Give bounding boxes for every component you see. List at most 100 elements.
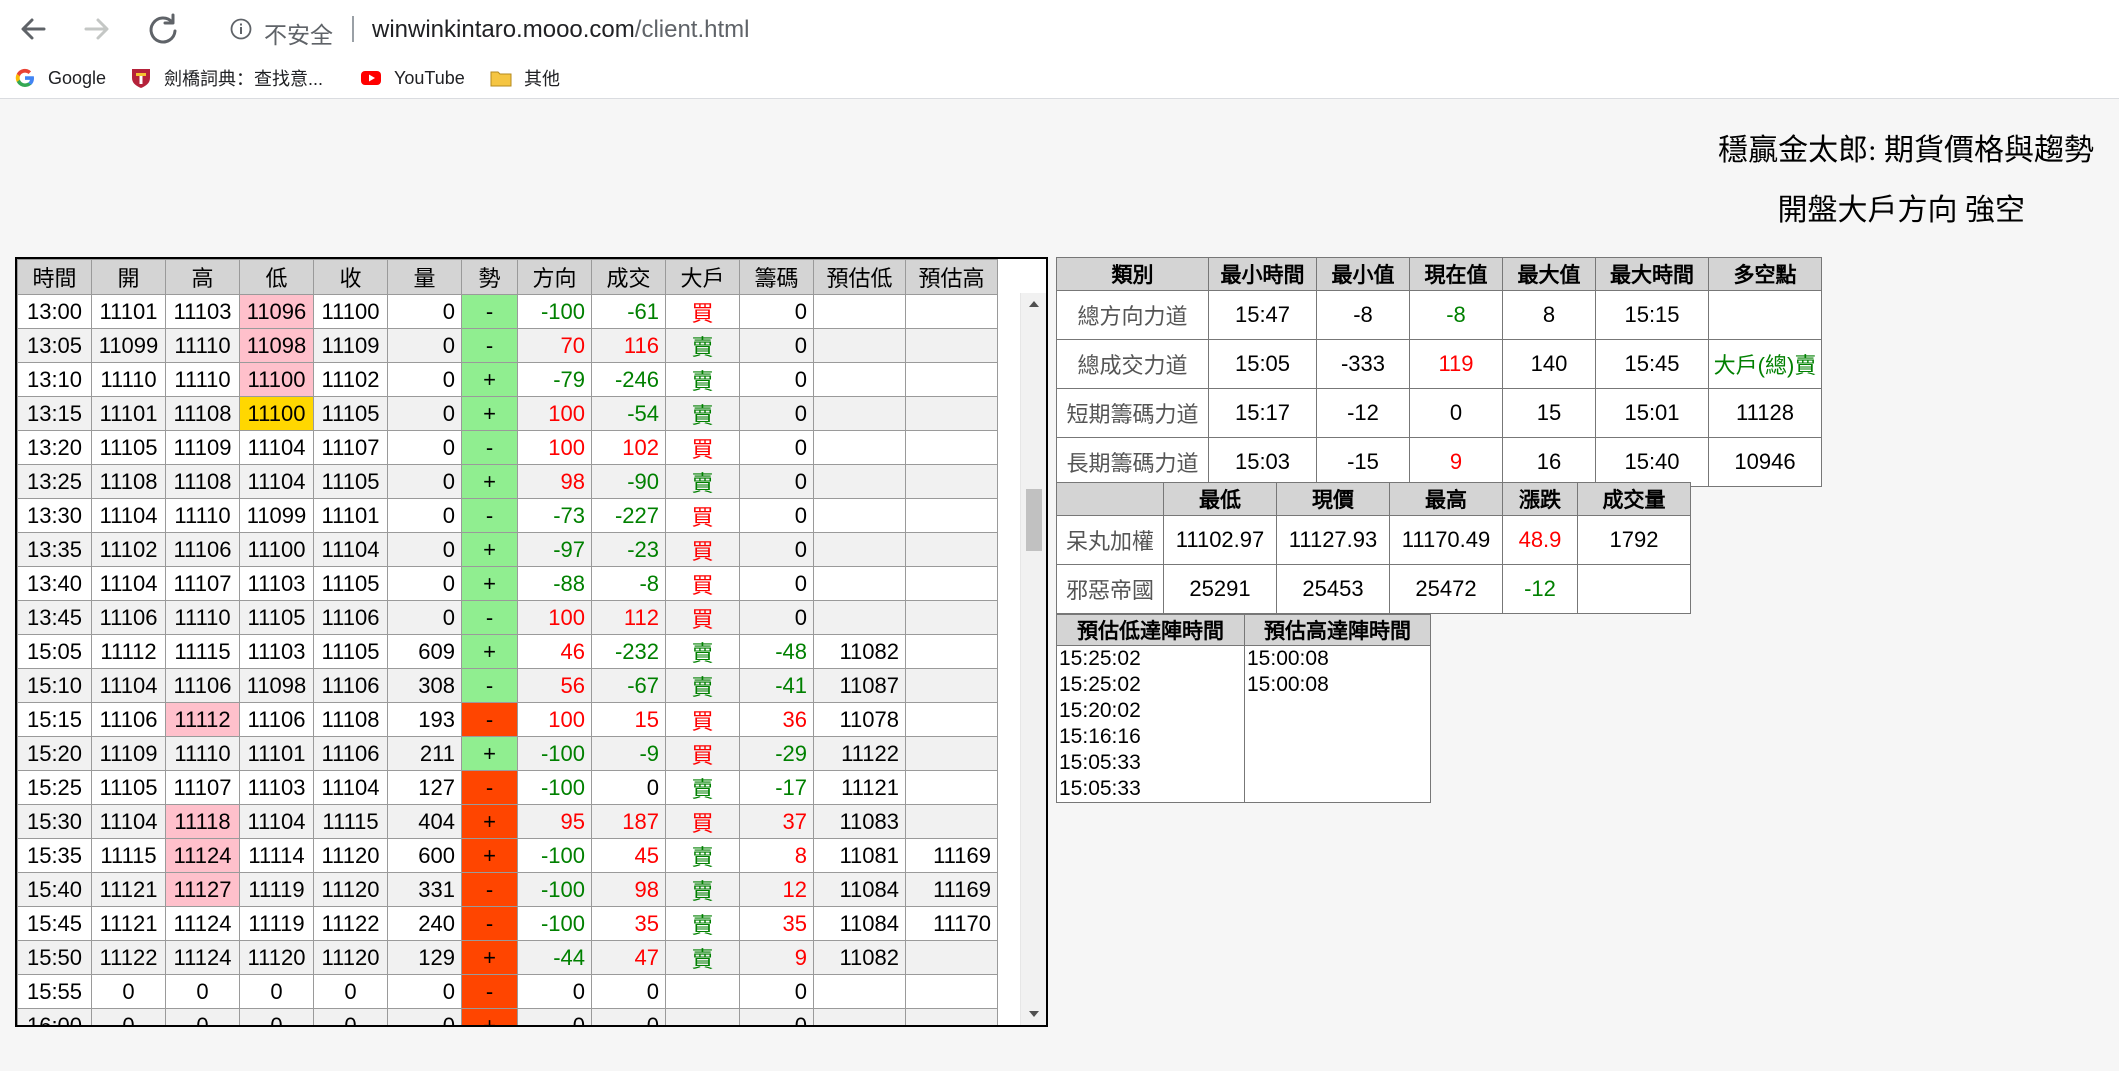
cell-close: 11104 [313,770,388,805]
scroll-up-arrow-icon[interactable] [1021,293,1047,315]
forward-arrow-icon[interactable] [76,8,118,50]
cell-high: 11110 [165,600,240,635]
eta-low-time: 15:16:16 [1059,725,1141,748]
cell-big: 賣 [665,770,740,805]
bookmark-google[interactable]: Google [14,64,106,92]
bookmark-label: YouTube [394,67,465,88]
security-label[interactable]: 不安全 [264,16,333,50]
cell-dir: 100 [517,396,592,431]
cell-est_high: 11169 [905,872,998,907]
index-cell-name: 邪惡帝國 [1056,564,1164,614]
address-separator [352,16,354,42]
cell-big: 賣 [665,396,740,431]
cell-deal: 35 [591,906,666,941]
cell-open: 11104 [91,804,166,839]
eta-high-time: 15:00:08 [1247,647,1329,670]
index-header-low: 最低 [1163,482,1277,516]
cell-open: 11115 [91,838,166,873]
cell-big: 買 [665,532,740,567]
cell-close: 11105 [313,464,388,499]
cell-est_low [813,974,906,1009]
cell-high: 11109 [165,430,240,465]
cell-vol: 0 [387,566,462,601]
cell-high: 11127 [165,872,240,907]
cell-est_high [905,294,998,329]
stats-cell-name: 總方向力道 [1056,290,1209,340]
cell-open: 0 [91,1008,166,1025]
eta-low-time: 15:05:33 [1059,777,1141,800]
price-table-panel[interactable]: 時間開高低收量勢方向 成交 大戶 籌碼 預估低 預估高 13:00 11101 11103 11… [15,257,1048,1027]
table-row: 15:20 11109 11110 11101 11106 211 + -100 -9 買 -29 1… [17,736,998,771]
index-header-high: 最高 [1389,482,1503,516]
url-text[interactable]: winwinkintaro.mooo.com/client.html [372,16,749,44]
stats-cell-max: 16 [1502,437,1596,487]
cell-time: 16:00 [17,1008,92,1025]
cell-trend: - [461,906,518,941]
bookmark-youtube[interactable]: YouTube [360,64,465,92]
cell-big: 賣 [665,634,740,669]
bookmark-label: 劍橋詞典：查找意... [164,69,324,89]
cell-vol: 129 [387,940,462,975]
stats-cell-min_time: 15:17 [1208,388,1317,438]
cell-big: 買 [665,566,740,601]
cell-open: 11122 [91,940,166,975]
cell-deal: 102 [591,430,666,465]
cell-vol: 600 [387,838,462,873]
index-table-header: 最低 現價 最高 漲跌 成交量 [1056,482,1691,516]
cell-chip: 37 [739,804,814,839]
index-header-volume: 成交量 [1577,482,1691,516]
cell-trend: - [461,294,518,329]
cell-time: 13:20 [17,430,92,465]
cell-est_low: 11087 [813,668,906,703]
cell-big: 賣 [665,328,740,363]
bookmark-folder-other[interactable]: 其他 [490,64,560,92]
cell-vol: 0 [387,362,462,397]
stats-header-min_time: 最小時間 [1208,257,1317,291]
eta-table: 預估低達陣時間 預估高達陣時間 15:25:02 15:25:02 15:20:02 1… [1056,614,1431,803]
cell-vol: 0 [387,974,462,1009]
address-bar[interactable]: 不安全 winwinkintaro.mooo.com/client.html [208,6,2119,52]
scroll-down-arrow-icon[interactable] [1021,1003,1047,1025]
cell-vol: 331 [387,872,462,907]
cell-est_high [905,804,998,839]
cell-vol: 193 [387,702,462,737]
eta-high-times: 15:00:08 15:00:08 [1244,645,1431,803]
cell-deal: -54 [591,396,666,431]
scroll-thumb[interactable] [1026,489,1042,551]
eta-header: 預估高達陣時間 [1244,614,1431,646]
cell-deal: 15 [591,702,666,737]
cell-trend: - [461,974,518,1009]
cell-vol: 404 [387,804,462,839]
cell-dir: 100 [517,600,592,635]
cell-close: 11105 [313,566,388,601]
stats-header-name: 類別 [1056,257,1209,291]
cell-est_low [813,532,906,567]
cell-vol: 211 [387,736,462,771]
cell-chip: 9 [739,940,814,975]
index-row: 呆丸加權 11102.97 11127.93 11170.49 48.9 1792 [1056,515,1691,565]
cell-low: 11103 [239,634,314,669]
scrollbar[interactable] [1020,293,1047,1025]
cell-open: 11112 [91,634,166,669]
cell-est_high [905,362,998,397]
cell-trend: - [461,770,518,805]
index-cell-change: 48.9 [1502,515,1578,565]
cell-chip: -17 [739,770,814,805]
cell-vol: 0 [387,430,462,465]
cell-dir: -100 [517,906,592,941]
info-icon[interactable] [230,18,252,40]
cell-vol: 0 [387,396,462,431]
bookmark-cambridge[interactable]: 劍橋詞典：查找意... [130,64,323,92]
cell-est_low [813,396,906,431]
stats-cell-min: -8 [1316,290,1410,340]
cell-close: 11101 [313,498,388,533]
cell-deal: 0 [591,770,666,805]
cell-high: 11124 [165,838,240,873]
cell-open: 11102 [91,532,166,567]
back-arrow-icon[interactable] [12,8,54,50]
index-cell-price: 11127.93 [1276,515,1390,565]
cell-est_low [813,464,906,499]
cell-close: 11115 [313,804,388,839]
reload-icon[interactable] [142,8,184,50]
cell-time: 13:35 [17,532,92,567]
